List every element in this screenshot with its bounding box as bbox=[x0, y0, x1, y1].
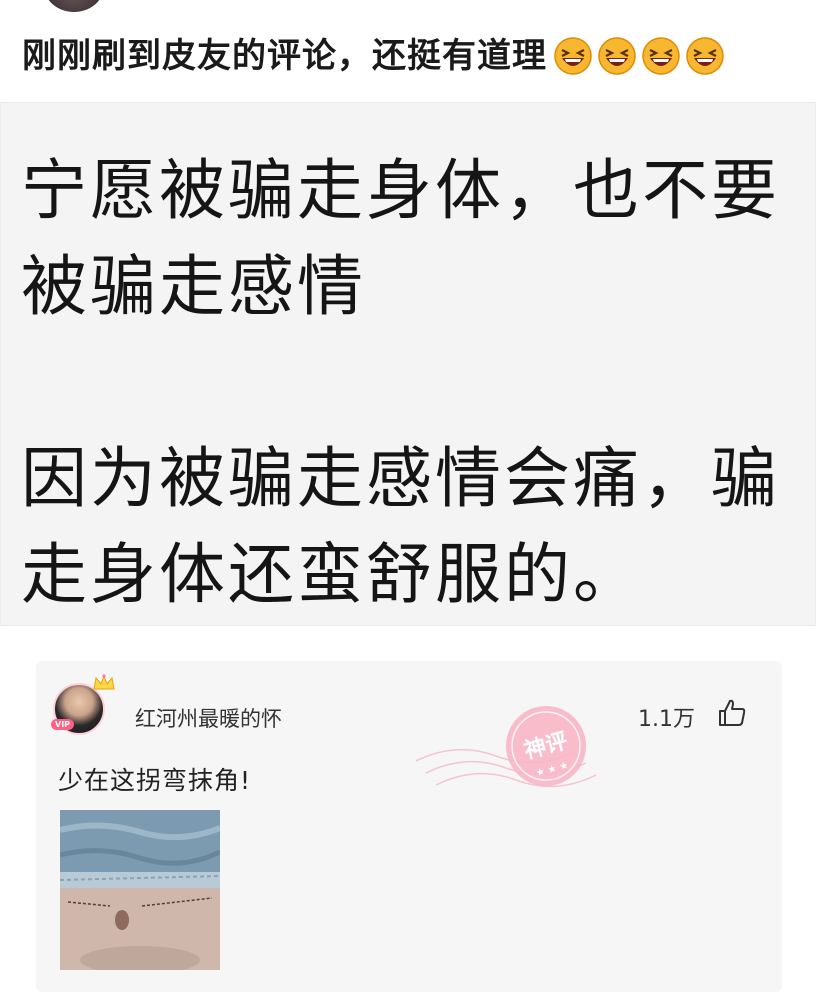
crown-icon bbox=[93, 674, 115, 690]
quote-text: 宁愿被骗走身体，也不要 被骗走感情 因为被骗走感情会痛，骗 走身体还蛮舒服的。 bbox=[21, 143, 780, 623]
quote-line: 宁愿被骗走身体，也不要 bbox=[21, 152, 780, 229]
comment-photo-graphic bbox=[60, 810, 220, 970]
quote-image[interactable]: 宁愿被骗走身体，也不要 被骗走感情 因为被骗走感情会痛，骗 走身体还蛮舒服的。 bbox=[0, 102, 816, 626]
commenter-username[interactable]: 红河州最暖的怀 bbox=[135, 703, 282, 733]
like-count: 1.1万 bbox=[638, 707, 695, 732]
quote-line: 走身体还蛮舒服的。 bbox=[21, 536, 642, 613]
laughing-face-icon bbox=[642, 37, 680, 75]
comment-photo[interactable] bbox=[60, 810, 220, 970]
quote-line-gap bbox=[21, 335, 780, 431]
god-comment-stamp: 神评 ★ ★ ★ bbox=[416, 706, 597, 788]
laughing-face-icon bbox=[554, 37, 592, 75]
thumbs-up-icon[interactable] bbox=[716, 697, 748, 729]
quote-line: 因为被骗走感情会痛，骗 bbox=[21, 440, 780, 517]
god-comment-card[interactable]: VIP 红河州最暖的怀 神评 ★ ★ ★ 1.1万 少在这拐弯抹角! bbox=[36, 661, 782, 992]
emoji-row bbox=[549, 36, 725, 76]
post-title: 刚刚刷到皮友的评论，还挺有道理 bbox=[22, 32, 725, 80]
poster-avatar[interactable] bbox=[44, 0, 104, 12]
laughing-face-icon bbox=[686, 37, 724, 75]
commenter-badge: VIP bbox=[51, 719, 75, 730]
quote-line: 被骗走感情 bbox=[21, 248, 366, 325]
laughing-face-icon bbox=[598, 37, 636, 75]
comment-text: 少在这拐弯抹角! bbox=[58, 766, 252, 795]
post-title-text: 刚刚刷到皮友的评论，还挺有道理 bbox=[22, 36, 547, 76]
